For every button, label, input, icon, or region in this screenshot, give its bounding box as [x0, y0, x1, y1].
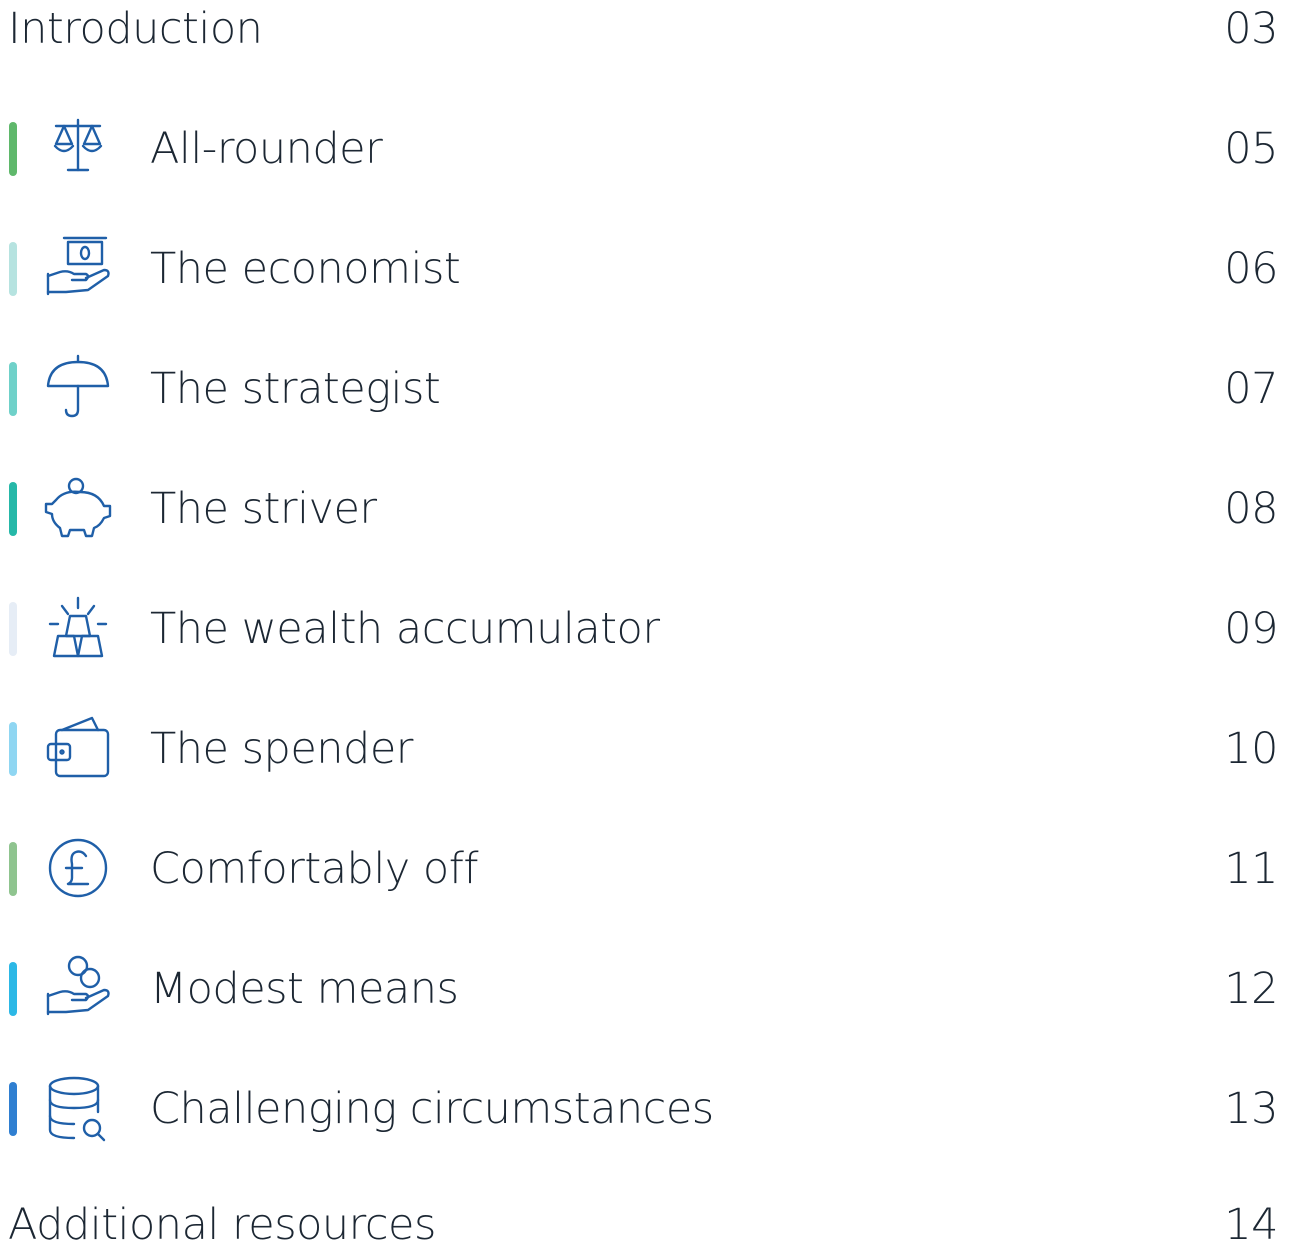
toc-label: The wealth accumulator — [150, 604, 660, 654]
toc-page-number: 14 — [1224, 1200, 1278, 1250]
pound-coin-icon — [40, 834, 116, 904]
piggy-bank-icon — [40, 474, 116, 544]
hand-coins-icon — [40, 954, 116, 1024]
table-of-contents: Introduction 03 All-rounder 05 The econo… — [0, 0, 1293, 1250]
toc-page-number: 08 — [1224, 484, 1278, 534]
toc-row-the-economist[interactable]: The economist 06 — [0, 234, 1293, 304]
toc-page-number: 13 — [1224, 1084, 1278, 1134]
toc-label: The spender — [150, 724, 413, 774]
color-bar — [9, 962, 17, 1016]
toc-page-number: 05 — [1224, 124, 1278, 174]
database-search-icon — [40, 1074, 116, 1144]
color-bar — [9, 482, 17, 536]
toc-row-the-striver[interactable]: The striver 08 — [0, 474, 1293, 544]
toc-label: Introduction — [8, 4, 263, 54]
toc-page-number: 09 — [1224, 604, 1278, 654]
toc-label: The economist — [150, 244, 461, 294]
toc-row-modest-means[interactable]: Modest means 12 — [0, 954, 1293, 1024]
color-bar — [9, 602, 17, 656]
color-bar — [9, 122, 17, 176]
toc-row-the-wealth-accumulator[interactable]: The wealth accumulator 09 — [0, 594, 1293, 664]
toc-page-number: 11 — [1224, 844, 1278, 894]
umbrella-icon — [40, 354, 116, 424]
wallet-icon — [40, 714, 116, 784]
toc-row-the-spender[interactable]: The spender 10 — [0, 714, 1293, 784]
color-bar — [9, 722, 17, 776]
toc-page-number: 03 — [1224, 4, 1278, 54]
toc-page-number: 07 — [1224, 364, 1278, 414]
toc-label: The strategist — [150, 364, 441, 414]
color-bar — [9, 242, 17, 296]
toc-row-the-strategist[interactable]: The strategist 07 — [0, 354, 1293, 424]
toc-row-comfortably-off[interactable]: Comfortably off 11 — [0, 834, 1293, 904]
toc-row-additional-resources[interactable]: Additional resources 14 — [0, 1190, 1293, 1260]
toc-label: Challenging circumstances — [150, 1084, 714, 1134]
color-bar — [9, 362, 17, 416]
toc-page-number: 12 — [1224, 964, 1278, 1014]
hand-money-icon — [40, 234, 116, 304]
toc-label: The striver — [150, 484, 377, 534]
color-bar — [9, 1082, 17, 1136]
toc-page-number: 06 — [1224, 244, 1278, 294]
toc-row-challenging-circumstances[interactable]: Challenging circumstances 13 — [0, 1074, 1293, 1144]
toc-row-introduction[interactable]: Introduction 03 — [0, 0, 1293, 64]
toc-label: Additional resources — [8, 1200, 436, 1250]
gold-bars-icon — [40, 594, 116, 664]
toc-page-number: 10 — [1224, 724, 1278, 774]
toc-label: Comfortably off — [150, 844, 479, 894]
toc-row-all-rounder[interactable]: All-rounder 05 — [0, 114, 1293, 184]
toc-label: All-rounder — [150, 124, 383, 174]
scales-icon — [40, 114, 116, 184]
color-bar — [9, 842, 17, 896]
toc-label: Modest means — [150, 964, 459, 1014]
